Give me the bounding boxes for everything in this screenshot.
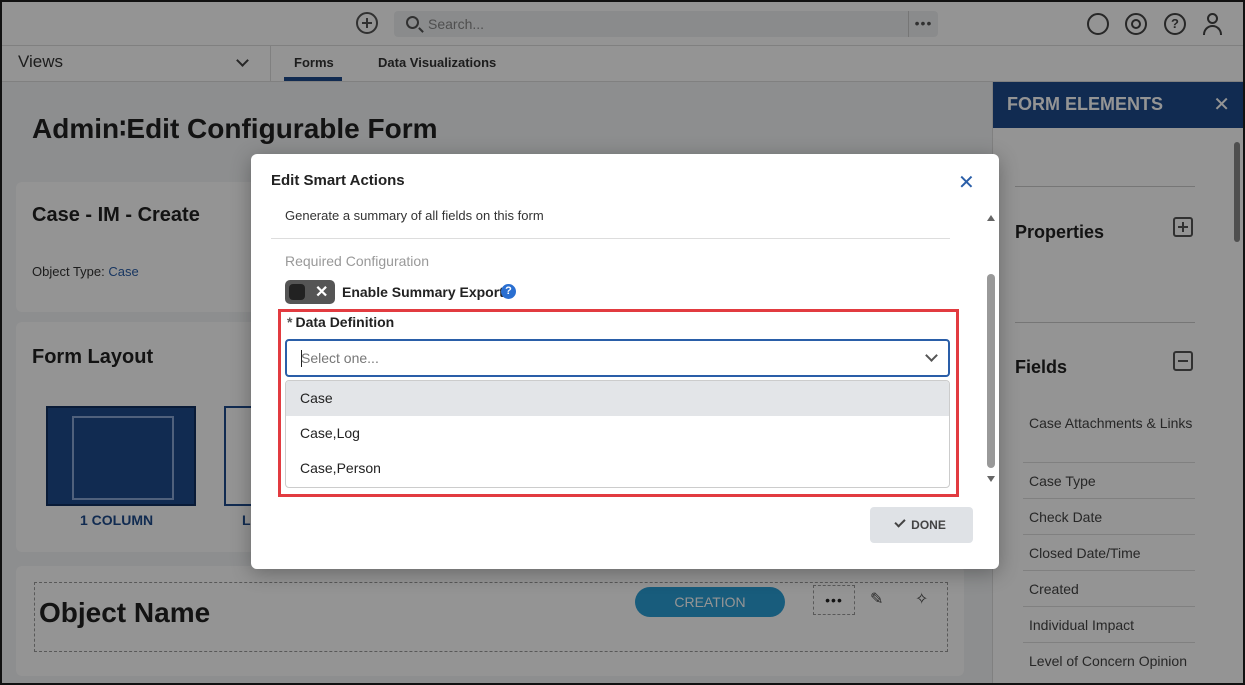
select-placeholder: Select one... (301, 350, 379, 366)
scroll-up-arrow-icon[interactable] (987, 215, 995, 221)
done-label: DONE (911, 518, 946, 532)
close-icon[interactable]: ✕ (958, 170, 975, 195)
chevron-down-icon[interactable] (925, 349, 938, 362)
check-icon (894, 516, 906, 528)
data-definition-options: Case Case,Log Case,Person (285, 380, 950, 488)
required-asterisk: * (287, 314, 293, 330)
data-definition-select[interactable]: Select one... (285, 339, 950, 377)
done-button[interactable]: DONE (870, 507, 973, 543)
modal-scrollbar-thumb[interactable] (987, 274, 995, 468)
app-frame: Search... ••• ? Views Forms Data Visuali… (0, 0, 1245, 685)
data-definition-text: Data Definition (295, 314, 395, 330)
toggle-knob (289, 284, 305, 300)
smart-action-description: Generate a summary of all fields on this… (285, 208, 544, 223)
edit-smart-actions-modal: Edit Smart Actions ✕ Generate a summary … (251, 154, 999, 569)
scroll-down-arrow-icon[interactable] (987, 476, 995, 482)
toggle-off-icon: ✕ (315, 284, 329, 301)
option-case[interactable]: Case (286, 381, 949, 416)
summary-export-label: Enable Summary Export (342, 284, 504, 300)
option-case-log[interactable]: Case,Log (286, 416, 949, 451)
info-icon[interactable]: ? (501, 284, 516, 299)
option-case-person[interactable]: Case,Person (286, 451, 949, 486)
modal-title: Edit Smart Actions (271, 172, 405, 189)
summary-export-toggle[interactable]: ✕ (285, 280, 335, 304)
required-config-heading: Required Configuration (285, 253, 429, 269)
divider (271, 238, 950, 239)
data-definition-label: * Data Definition (287, 314, 394, 330)
